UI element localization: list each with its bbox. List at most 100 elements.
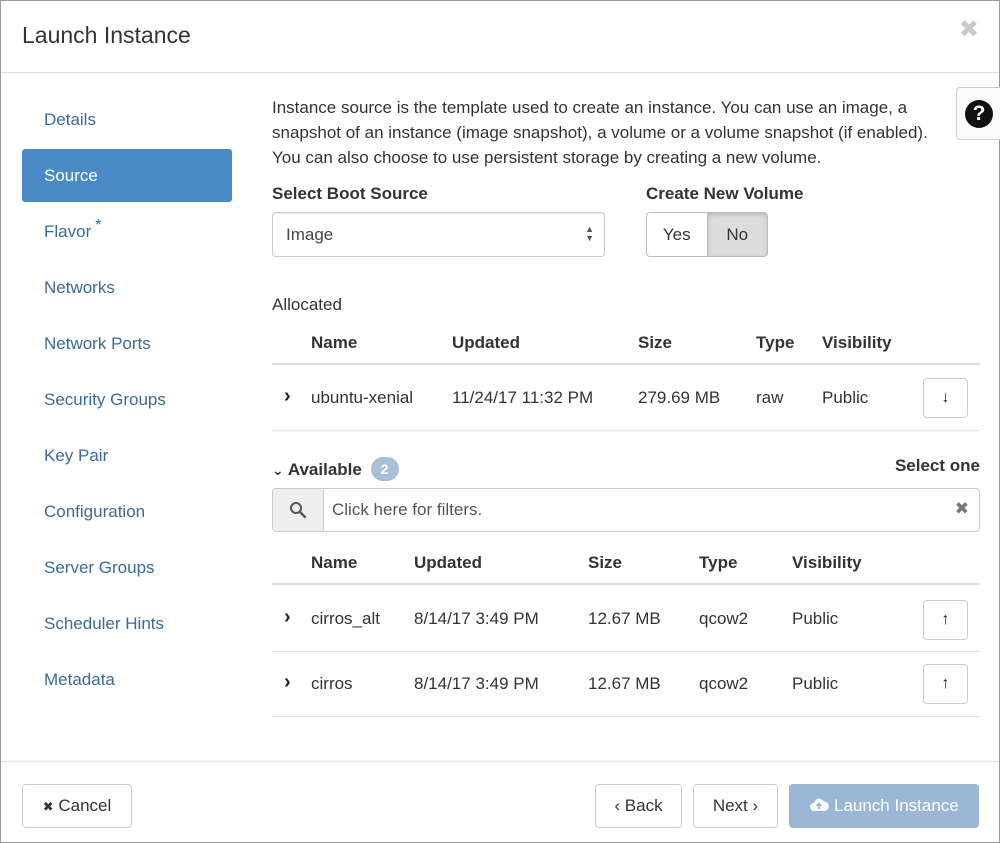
column-header: Type	[756, 333, 795, 352]
filter-bar: Click here for filters. ✖	[272, 488, 980, 532]
select-arrows-icon: ▲ ▼	[585, 224, 594, 243]
launch-instance-dialog: Launch Instance ✖ Details Source Flavor *…	[0, 0, 1000, 843]
cancel-label: Cancel	[58, 796, 112, 815]
clear-filter-icon[interactable]: ✖	[955, 499, 969, 519]
arrow-up-icon: ↑	[941, 675, 950, 692]
sidebar-item-source[interactable]: Source	[22, 149, 232, 202]
row-visibility: Public	[822, 388, 869, 407]
row-visibility: Public	[792, 674, 839, 693]
sidebar-item-configuration[interactable]: Configuration	[22, 485, 232, 538]
available-header: ⌄ Available 2 Select one	[272, 453, 980, 483]
sidebar-item-flavor[interactable]: Flavor *	[22, 205, 232, 258]
next-button[interactable]: Next ›	[693, 784, 778, 828]
row-size: 279.69 MB	[638, 388, 721, 407]
sidebar-item-label: Server Groups	[44, 558, 155, 577]
allocated-label: Allocated	[272, 295, 342, 314]
column-header: Size	[638, 333, 673, 352]
next-label: Next	[712, 796, 748, 815]
arrow-down-icon: ↓	[941, 389, 950, 406]
sidebar-item-scheduler-hints[interactable]: Scheduler Hints	[22, 597, 232, 650]
sidebar-item-label: Flavor	[44, 222, 92, 241]
boot-source-select[interactable]: Image ▲ ▼	[272, 212, 605, 257]
row-updated: 8/14/17 3:49 PM	[414, 674, 539, 693]
sidebar-item-label: Networks	[44, 278, 115, 297]
boot-source-label: Select Boot Source	[272, 184, 428, 203]
required-marker: *	[95, 217, 102, 234]
row-size: 12.67 MB	[588, 609, 661, 628]
sidebar-item-key-pair[interactable]: Key Pair	[22, 429, 232, 482]
question-icon: ?	[965, 99, 993, 128]
row-type: qcow2	[699, 609, 749, 628]
allocate-button[interactable]: ↑	[923, 600, 968, 640]
column-header: Updated	[452, 333, 520, 352]
search-icon	[273, 489, 324, 531]
close-icon[interactable]: ✖	[959, 17, 979, 43]
cloud-upload-icon	[809, 796, 834, 815]
sidebar-item-label: Scheduler Hints	[44, 614, 165, 633]
column-header: Name	[311, 553, 358, 572]
sidebar-item-details[interactable]: Details	[22, 93, 232, 146]
create-volume-toggle: Yes No	[646, 212, 768, 257]
dialog-footer: ✖ Cancel ‹ Back Next › Launch Instance	[1, 761, 999, 843]
row-type: qcow2	[699, 674, 749, 693]
sidebar-item-networks[interactable]: Networks	[22, 261, 232, 314]
column-header: Visibility	[792, 553, 862, 572]
column-header: Updated	[414, 553, 482, 572]
row-size: 12.67 MB	[588, 674, 661, 693]
chevron-right-icon: ›	[752, 796, 759, 815]
row-type: raw	[756, 388, 784, 407]
sidebar-item-label: Details	[44, 110, 96, 129]
filter-input[interactable]: Click here for filters.	[332, 500, 482, 520]
arrow-up-icon: ↑	[941, 611, 950, 628]
sidebar-item-metadata[interactable]: Metadata	[22, 653, 232, 706]
sidebar-item-label: Metadata	[44, 670, 115, 689]
table-row: › ubuntu-xenial 11/24/17 11:32 PM 279.69…	[272, 367, 980, 431]
sidebar-item-network-ports[interactable]: Network Ports	[22, 317, 232, 370]
allocate-button[interactable]: ↑	[923, 664, 968, 704]
sidebar-item-label: Network Ports	[44, 334, 151, 353]
select-one-hint: Select one	[894, 456, 980, 475]
chevron-down-icon: ⌄	[272, 462, 284, 478]
table-row: › cirros_alt 8/14/17 3:49 PM 12.67 MB qc…	[272, 588, 980, 652]
dialog-header: Launch Instance ✖	[1, 1, 999, 73]
sidebar-item-server-groups[interactable]: Server Groups	[22, 541, 232, 594]
sidebar-item-label: Configuration	[44, 502, 146, 521]
dialog-title: Launch Instance	[22, 22, 191, 48]
column-header: Name	[311, 333, 358, 352]
row-visibility: Public	[792, 609, 839, 628]
column-header: Visibility	[822, 333, 892, 352]
volume-yes-button[interactable]: Yes	[647, 213, 707, 256]
sidebar-item-security-groups[interactable]: Security Groups	[22, 373, 232, 426]
close-icon: ✖	[42, 799, 54, 814]
volume-no-button[interactable]: No	[706, 213, 767, 256]
available-table-header: Name Updated Size Type Visibility	[272, 541, 980, 585]
boot-source-value: Image	[286, 225, 334, 244]
source-description: Instance source is the template used to …	[272, 98, 928, 167]
back-button[interactable]: ‹ Back	[595, 784, 682, 828]
chevron-right-icon[interactable]: ›	[284, 671, 291, 694]
sidebar-item-label: Key Pair	[44, 446, 109, 465]
available-toggle[interactable]: ⌄ Available 2	[272, 457, 399, 481]
chevron-left-icon: ‹	[614, 796, 621, 815]
wizard-sidebar: Details Source Flavor * Networks Network …	[22, 93, 232, 709]
row-updated: 11/24/17 11:32 PM	[452, 388, 594, 407]
deallocate-button[interactable]: ↓	[923, 378, 968, 418]
allocated-table-header: Name Updated Size Type Visibility	[272, 321, 980, 365]
chevron-right-icon[interactable]: ›	[284, 385, 291, 408]
available-count-badge: 2	[370, 457, 399, 481]
sidebar-item-label: Security Groups	[44, 390, 166, 409]
help-button[interactable]: ?	[956, 87, 1000, 140]
row-name: cirros_alt	[311, 609, 380, 628]
column-header: Size	[588, 553, 623, 572]
launch-instance-button[interactable]: Launch Instance	[789, 784, 979, 828]
chevron-right-icon[interactable]: ›	[284, 606, 291, 629]
launch-label: Launch Instance	[833, 796, 959, 815]
back-label: Back	[624, 796, 663, 815]
row-name: ubuntu-xenial	[311, 388, 414, 407]
cancel-button[interactable]: ✖ Cancel	[22, 784, 132, 828]
row-name: cirros	[311, 674, 353, 693]
sidebar-item-label: Source	[44, 166, 98, 185]
create-volume-label: Create New Volume	[646, 184, 804, 203]
column-header: Type	[699, 553, 738, 572]
table-row: › cirros 8/14/17 3:49 PM 12.67 MB qcow2 …	[272, 653, 980, 717]
